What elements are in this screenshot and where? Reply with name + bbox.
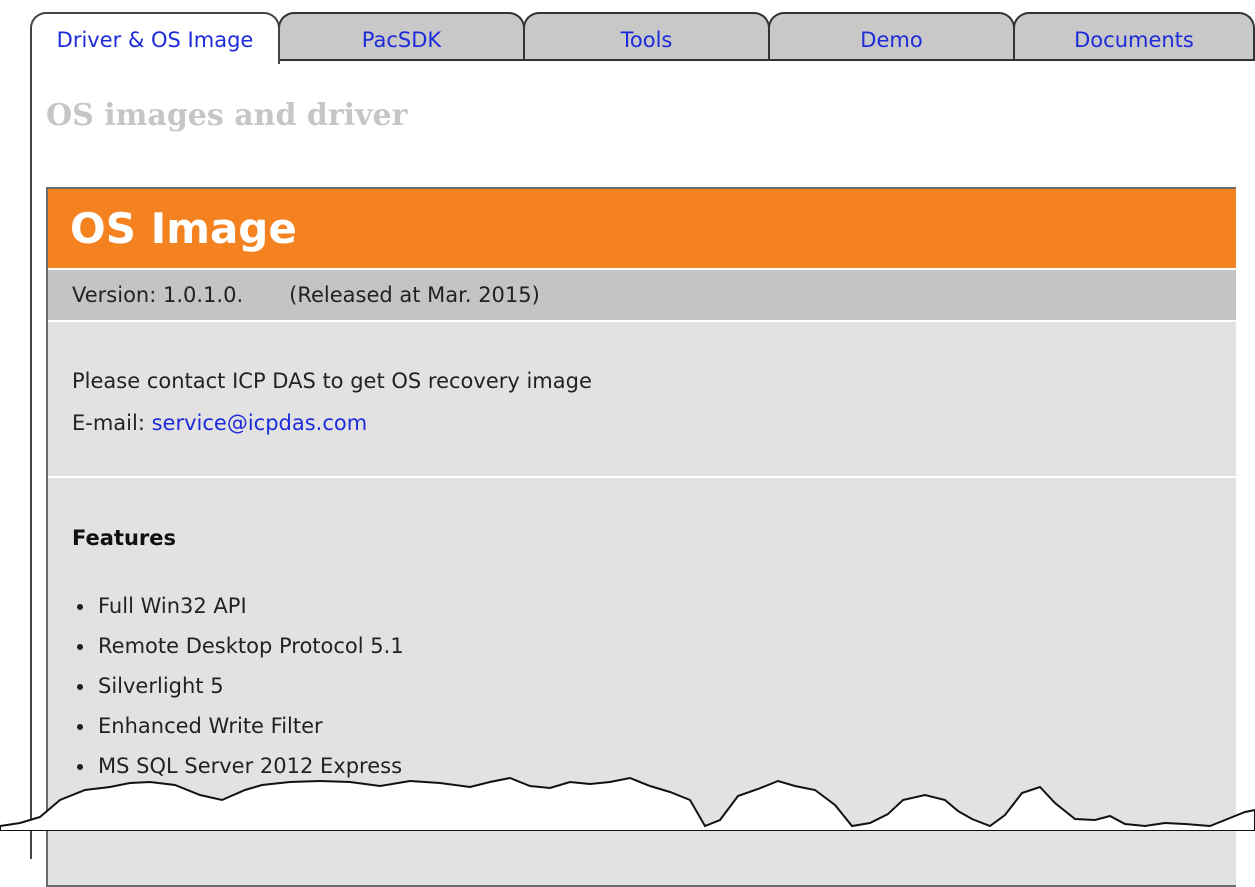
tab-documents[interactable]: Documents bbox=[1013, 12, 1255, 60]
feature-item: Full Win32 API bbox=[96, 586, 1212, 626]
contact-info: Please contact ICP DAS to get OS recover… bbox=[48, 322, 1236, 478]
email-link[interactable]: service@icpdas.com bbox=[152, 411, 368, 435]
features-list: Full Win32 API Remote Desktop Protocol 5… bbox=[72, 586, 1212, 786]
feature-item: MS SQL Server 2012 Express bbox=[96, 746, 1212, 786]
section-title: OS images and driver bbox=[46, 98, 408, 133]
version-bar: Version: 1.0.1.0. (Released at Mar. 2015… bbox=[48, 270, 1236, 322]
version-text: Version: 1.0.1.0. bbox=[72, 283, 244, 307]
tab-pacsdk[interactable]: PacSDK bbox=[278, 12, 525, 60]
os-image-panel: OS Image Version: 1.0.1.0. (Released at … bbox=[46, 187, 1236, 887]
features-section: Features Full Win32 API Remote Desktop P… bbox=[48, 478, 1236, 786]
panel-title: OS Image bbox=[48, 189, 1236, 270]
tab-driver-os-image[interactable]: Driver & OS Image bbox=[30, 12, 280, 64]
release-date: (Released at Mar. 2015) bbox=[289, 283, 540, 307]
email-label: E-mail: bbox=[72, 411, 145, 435]
feature-item: Enhanced Write Filter bbox=[96, 706, 1212, 746]
email-row: E-mail: service@icpdas.com bbox=[72, 402, 1212, 444]
contact-line: Please contact ICP DAS to get OS recover… bbox=[72, 369, 592, 393]
feature-item: Remote Desktop Protocol 5.1 bbox=[96, 626, 1212, 666]
feature-item: Silverlight 5 bbox=[96, 666, 1212, 706]
features-heading: Features bbox=[72, 526, 176, 550]
tab-bar: Driver & OS Image PacSDK Tools Demo Docu… bbox=[30, 12, 1255, 64]
tab-tools[interactable]: Tools bbox=[523, 12, 770, 60]
tab-demo[interactable]: Demo bbox=[768, 12, 1015, 60]
